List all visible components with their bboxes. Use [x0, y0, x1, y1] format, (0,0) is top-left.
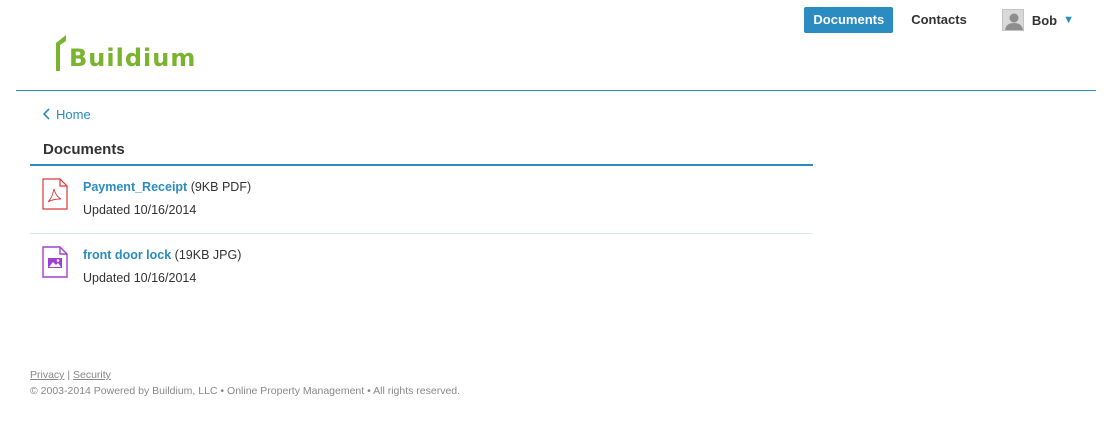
user-name: Bob	[1031, 12, 1058, 28]
footer-links: Privacy | Security	[30, 369, 111, 381]
privacy-link[interactable]: Privacy	[30, 369, 64, 381]
section-title: Documents	[43, 141, 125, 158]
nav-documents-button[interactable]: Documents	[804, 7, 894, 33]
pdf-file-icon[interactable]	[42, 178, 68, 210]
nav-contacts-link[interactable]: Contacts	[911, 7, 967, 33]
top-navigation: Documents Contacts Bob ▼	[804, 7, 1096, 33]
header: Buildium Documents Contacts Bob ▼	[16, 0, 1096, 91]
chevron-left-icon	[43, 108, 50, 120]
logo-text: Buildium	[69, 44, 197, 72]
document-link[interactable]: front door lock	[83, 248, 171, 262]
back-home-link[interactable]: Home	[43, 104, 91, 124]
image-file-icon[interactable]	[42, 246, 68, 278]
back-home-label: Home	[56, 106, 91, 122]
page: Buildium Documents Contacts Bob ▼ Home D…	[0, 0, 1119, 427]
chevron-down-icon: ▼	[1063, 14, 1074, 26]
footer-copyright: © 2003-2014 Powered by Buildium, LLC • O…	[30, 385, 461, 397]
document-item: Payment_Receipt (9KB PDF) Updated 10/16/…	[30, 166, 813, 234]
buildium-logo[interactable]: Buildium	[54, 33, 196, 73]
user-menu[interactable]: Bob ▼	[1001, 9, 1074, 31]
document-link[interactable]: Payment_Receipt	[83, 180, 187, 194]
security-link[interactable]: Security	[73, 369, 111, 381]
document-title-line: Payment_Receipt (9KB PDF)	[83, 180, 251, 194]
user-silhouette-icon	[1004, 13, 1023, 30]
avatar	[1001, 9, 1024, 31]
document-meta: (19KB JPG)	[171, 248, 242, 262]
document-updated-date: Updated 10/16/2014	[83, 271, 197, 285]
document-updated-date: Updated 10/16/2014	[83, 203, 197, 217]
footer-separator: |	[64, 369, 73, 381]
document-list: Payment_Receipt (9KB PDF) Updated 10/16/…	[30, 166, 813, 302]
document-title-line: front door lock (19KB JPG)	[83, 248, 241, 262]
document-meta: (9KB PDF)	[187, 180, 252, 194]
house-roof-logo-icon	[56, 35, 66, 71]
document-item: front door lock (19KB JPG) Updated 10/16…	[30, 234, 813, 302]
